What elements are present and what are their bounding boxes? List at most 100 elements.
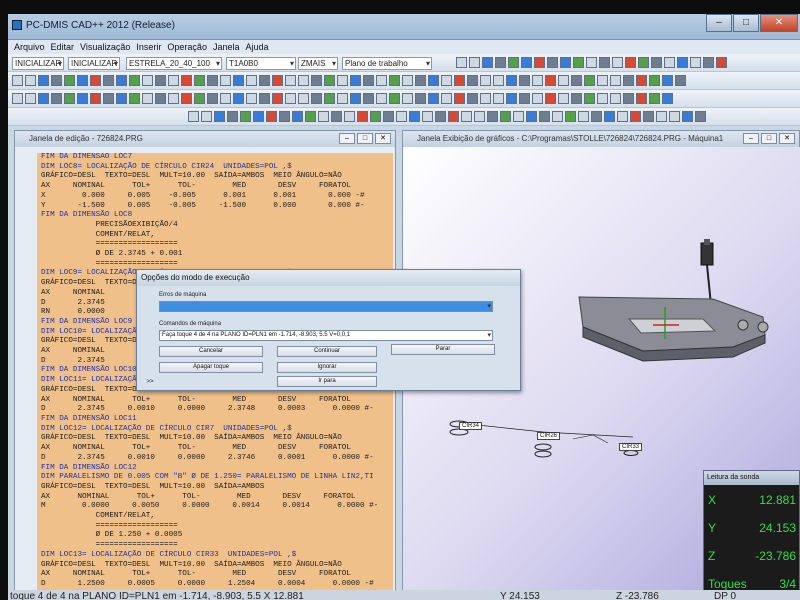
code-line[interactable]: GRÁFICO=DESL TEXTO=DESL MULT=10.00 SAÍDA…: [41, 561, 393, 571]
ignore-button[interactable]: Ignorar: [277, 362, 377, 373]
command-icon[interactable]: [266, 111, 277, 122]
code-line[interactable]: FIM DA DIMENSÃO LOC12: [41, 464, 393, 474]
command-icon[interactable]: [513, 111, 524, 122]
code-line[interactable]: D 2.3745 0.0010 0.0000 2.3746 0.0001 0.0…: [41, 454, 393, 464]
command-icon[interactable]: [435, 111, 446, 122]
tool-icon[interactable]: [168, 75, 179, 86]
tool-icon[interactable]: [77, 75, 88, 86]
goto-button[interactable]: Ir para: [277, 376, 377, 387]
command-icon[interactable]: [695, 111, 706, 122]
code-line[interactable]: COMENT/RELAT,: [41, 512, 393, 522]
tool-icon[interactable]: [558, 75, 569, 86]
code-line[interactable]: FIM DA DIMENSÃO LOC11: [41, 415, 393, 425]
machine-errors-select[interactable]: [159, 301, 493, 312]
tool-icon[interactable]: [363, 75, 374, 86]
command-icon[interactable]: [279, 111, 290, 122]
toolbar-icons-3[interactable]: [12, 93, 675, 104]
tool-icon[interactable]: [194, 75, 205, 86]
tool-icon[interactable]: [324, 75, 335, 86]
tool-icon[interactable]: [441, 75, 452, 86]
tip-select[interactable]: T1A0B0: [226, 57, 296, 70]
tool-icon[interactable]: [350, 75, 361, 86]
feature-icon[interactable]: [519, 93, 530, 104]
view-icon[interactable]: [677, 57, 688, 68]
feature-icon[interactable]: [233, 93, 244, 104]
command-icon[interactable]: [487, 111, 498, 122]
tool-icon[interactable]: [12, 75, 23, 86]
feature-icon[interactable]: [363, 93, 374, 104]
feature-icon[interactable]: [376, 93, 387, 104]
view-icon[interactable]: [534, 57, 545, 68]
tool-icon[interactable]: [389, 75, 400, 86]
code-line[interactable]: Y -1.500 0.005 -0.005 -1.500 0.000 0.000…: [41, 202, 393, 212]
tool-icon[interactable]: [454, 75, 465, 86]
feature-icon[interactable]: [324, 93, 335, 104]
erase-hit-button[interactable]: Apagar toque: [159, 362, 263, 373]
command-icon[interactable]: [331, 111, 342, 122]
code-line[interactable]: D 1.2500 0.0005 0.0000 1.2504 0.0004 0.0…: [41, 580, 393, 590]
tool-icon[interactable]: [532, 75, 543, 86]
command-icon[interactable]: [188, 111, 199, 122]
code-line[interactable]: M 0.0000 0.0050 0.0000 0.0014 0.0014 0.0…: [41, 502, 393, 512]
feature-icon[interactable]: [272, 93, 283, 104]
command-icon[interactable]: [656, 111, 667, 122]
graphics-close-button[interactable]: ✕: [779, 133, 795, 144]
feature-icon[interactable]: [597, 93, 608, 104]
feature-icon[interactable]: [311, 93, 322, 104]
command-icon[interactable]: [526, 111, 537, 122]
toolbar-icons-4[interactable]: [188, 111, 708, 122]
tool-icon[interactable]: [233, 75, 244, 86]
machine-commands-select[interactable]: Faça toque 4 de 4 na PLANO ID=PLN1 em -1…: [159, 330, 493, 341]
command-icon[interactable]: [214, 111, 225, 122]
feature-icon[interactable]: [389, 93, 400, 104]
code-line[interactable]: PRECISÃOEXIBIÇÃO/4: [41, 221, 393, 231]
graphics-minimize-button[interactable]: –: [743, 133, 759, 144]
command-icon[interactable]: [578, 111, 589, 122]
menu-inserir[interactable]: Inserir: [136, 42, 161, 52]
command-icon[interactable]: [227, 111, 238, 122]
feature-icon[interactable]: [38, 93, 49, 104]
command-icon[interactable]: [292, 111, 303, 122]
feature-icon[interactable]: [194, 93, 205, 104]
tool-icon[interactable]: [519, 75, 530, 86]
feature-icon[interactable]: [51, 93, 62, 104]
feature-icon[interactable]: [246, 93, 257, 104]
code-line[interactable]: GRÁFICO=DESL TEXTO=DESL MULT=10.00 SAÍDA…: [41, 434, 393, 444]
continue-button[interactable]: Continuar: [277, 346, 377, 357]
feature-icon[interactable]: [623, 93, 634, 104]
code-line[interactable]: ==================: [41, 541, 393, 551]
tool-icon[interactable]: [142, 75, 153, 86]
feature-icon[interactable]: [532, 93, 543, 104]
view-icon[interactable]: [508, 57, 519, 68]
feature-icon[interactable]: [571, 93, 582, 104]
expand-button[interactable]: >>: [143, 378, 157, 389]
code-line[interactable]: D 2.3745 0.0010 0.0000 2.3748 0.0003 0.0…: [41, 405, 393, 415]
workplane-select[interactable]: ZMAIS: [298, 57, 338, 70]
code-line[interactable]: Ø DE 1.250 + 0.0005: [41, 531, 393, 541]
tool-icon[interactable]: [597, 75, 608, 86]
tool-icon[interactable]: [480, 75, 491, 86]
menu-visualizacao[interactable]: Visualização: [80, 42, 130, 52]
minimize-button[interactable]: –: [706, 14, 732, 32]
feature-icon[interactable]: [77, 93, 88, 104]
view-icon[interactable]: [573, 57, 584, 68]
tool-icon[interactable]: [636, 75, 647, 86]
feature-icon[interactable]: [610, 93, 621, 104]
code-line[interactable]: DIM LOC12= LOCALIZAÇÃO DE CÍRCULO CIR7 U…: [41, 425, 393, 435]
tool-icon[interactable]: [337, 75, 348, 86]
tool-icon[interactable]: [155, 75, 166, 86]
edit-minimize-button[interactable]: –: [339, 133, 355, 144]
command-icon[interactable]: [357, 111, 368, 122]
command-icon[interactable]: [617, 111, 628, 122]
tool-icon[interactable]: [272, 75, 283, 86]
view-icon[interactable]: [612, 57, 623, 68]
feature-icon[interactable]: [493, 93, 504, 104]
feature-icon[interactable]: [350, 93, 361, 104]
view-icon[interactable]: [586, 57, 597, 68]
tool-icon[interactable]: [38, 75, 49, 86]
command-icon[interactable]: [370, 111, 381, 122]
code-line[interactable]: AX NOMINAL TOL+ TOL- MED DESV FORATOL: [41, 570, 393, 580]
feature-icon[interactable]: [428, 93, 439, 104]
feature-icon[interactable]: [480, 93, 491, 104]
feature-icon[interactable]: [506, 93, 517, 104]
